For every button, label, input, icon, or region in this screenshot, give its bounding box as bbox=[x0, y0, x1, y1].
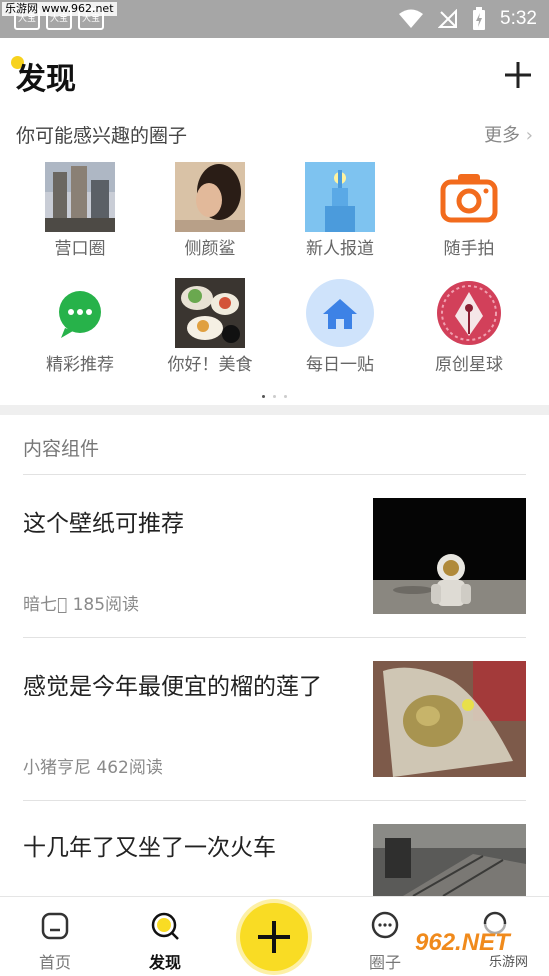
circle-item-daily-post[interactable]: 每日一贴 bbox=[275, 278, 405, 375]
article-title: 这个壁纸可推荐 bbox=[23, 511, 184, 537]
page-dot bbox=[284, 395, 287, 398]
divider bbox=[23, 637, 526, 638]
article-meta: 小猪亨尼 462阅读 bbox=[23, 758, 163, 778]
circle-label: 随手拍 bbox=[443, 239, 495, 259]
discover-icon bbox=[151, 912, 179, 940]
city-photo bbox=[45, 162, 115, 232]
divider bbox=[23, 474, 526, 475]
circle-label: 侧颜鲨 bbox=[184, 239, 236, 259]
page-indicator bbox=[0, 383, 549, 398]
circle-label: 原创星球 bbox=[435, 355, 503, 375]
circle-item-snapshot[interactable]: 随手拍 bbox=[404, 162, 534, 259]
watermark-logo: 962.NET 乐游网 bbox=[409, 924, 541, 970]
article-title: 感觉是今年最便宜的榴的莲了 bbox=[23, 674, 322, 700]
more-label: 更多 bbox=[484, 125, 521, 146]
watermark-subtitle: 乐游网 bbox=[489, 955, 528, 970]
circle-label: 新人报道 bbox=[306, 239, 374, 259]
article-image bbox=[373, 498, 526, 614]
tab-home[interactable]: 首页 bbox=[0, 897, 110, 976]
page-title: 发现 bbox=[16, 62, 76, 97]
status-icons: 5:32 bbox=[398, 0, 537, 38]
chevron-right-icon: › bbox=[525, 125, 533, 146]
page-dot bbox=[262, 395, 265, 398]
content-heading: 内容组件 bbox=[23, 438, 100, 460]
article-title: 十几年了又坐了一次火车 bbox=[23, 835, 276, 861]
plus-icon bbox=[258, 921, 290, 953]
watermark-brand: 962.NET bbox=[415, 929, 512, 956]
article-meta: 暗七  185阅读 bbox=[23, 595, 140, 615]
section-separator bbox=[0, 405, 549, 415]
circle-item-featured[interactable]: 精彩推荐 bbox=[15, 278, 145, 375]
circle-item-yingkou[interactable]: 营口圈 bbox=[15, 162, 145, 259]
circle-item-food[interactable]: 你好！美食 bbox=[145, 278, 275, 375]
chat-outline-icon bbox=[371, 911, 399, 939]
home-icon bbox=[305, 278, 375, 348]
page-dot bbox=[273, 395, 276, 398]
status-bar: 大宝 大宝 大宝 5:32 乐游网 www.962.net bbox=[0, 0, 549, 38]
circle-label: 营口圈 bbox=[54, 239, 106, 259]
circle-label: 每日一贴 bbox=[306, 355, 374, 375]
more-link[interactable]: 更多 › bbox=[484, 121, 533, 147]
status-time: 5:32 bbox=[500, 8, 537, 29]
tab-label: 发现 bbox=[148, 953, 181, 972]
tab-discover[interactable]: 发现 bbox=[110, 897, 220, 976]
create-post-button[interactable] bbox=[240, 903, 308, 971]
circles-heading: 你可能感兴趣的圈子 bbox=[16, 125, 188, 147]
add-icon[interactable] bbox=[503, 60, 533, 90]
circle-label: 精彩推荐 bbox=[46, 355, 114, 375]
home-outline-icon bbox=[41, 912, 69, 940]
divider bbox=[23, 800, 526, 801]
no-signal-icon bbox=[438, 9, 458, 28]
article-image bbox=[373, 824, 526, 896]
article-card[interactable]: 感觉是今年最便宜的榴的莲了 小猪亨尼 462阅读 bbox=[23, 661, 526, 779]
circle-item-newcomer[interactable]: 新人报道 bbox=[275, 162, 405, 259]
article-image bbox=[373, 661, 526, 777]
wifi-icon bbox=[399, 9, 424, 28]
article-card[interactable]: 这个壁纸可推荐 暗七  185阅读 bbox=[23, 498, 526, 616]
circle-label: 你好！美食 bbox=[167, 355, 253, 375]
pen-nib-icon bbox=[434, 278, 504, 348]
watermark-top: 乐游网 www.962.net bbox=[2, 2, 117, 16]
battery-charging-icon bbox=[473, 7, 486, 30]
portrait-photo bbox=[175, 162, 245, 232]
tab-label: 首页 bbox=[38, 953, 71, 972]
food-photo bbox=[175, 278, 245, 348]
circle-item-original-planet[interactable]: 原创星球 bbox=[404, 278, 534, 375]
tower-illustration bbox=[305, 162, 375, 232]
circle-item-profile[interactable]: 侧颜鲨 bbox=[145, 162, 275, 259]
camera-icon bbox=[434, 162, 504, 232]
chat-bubble-icon bbox=[45, 278, 115, 348]
